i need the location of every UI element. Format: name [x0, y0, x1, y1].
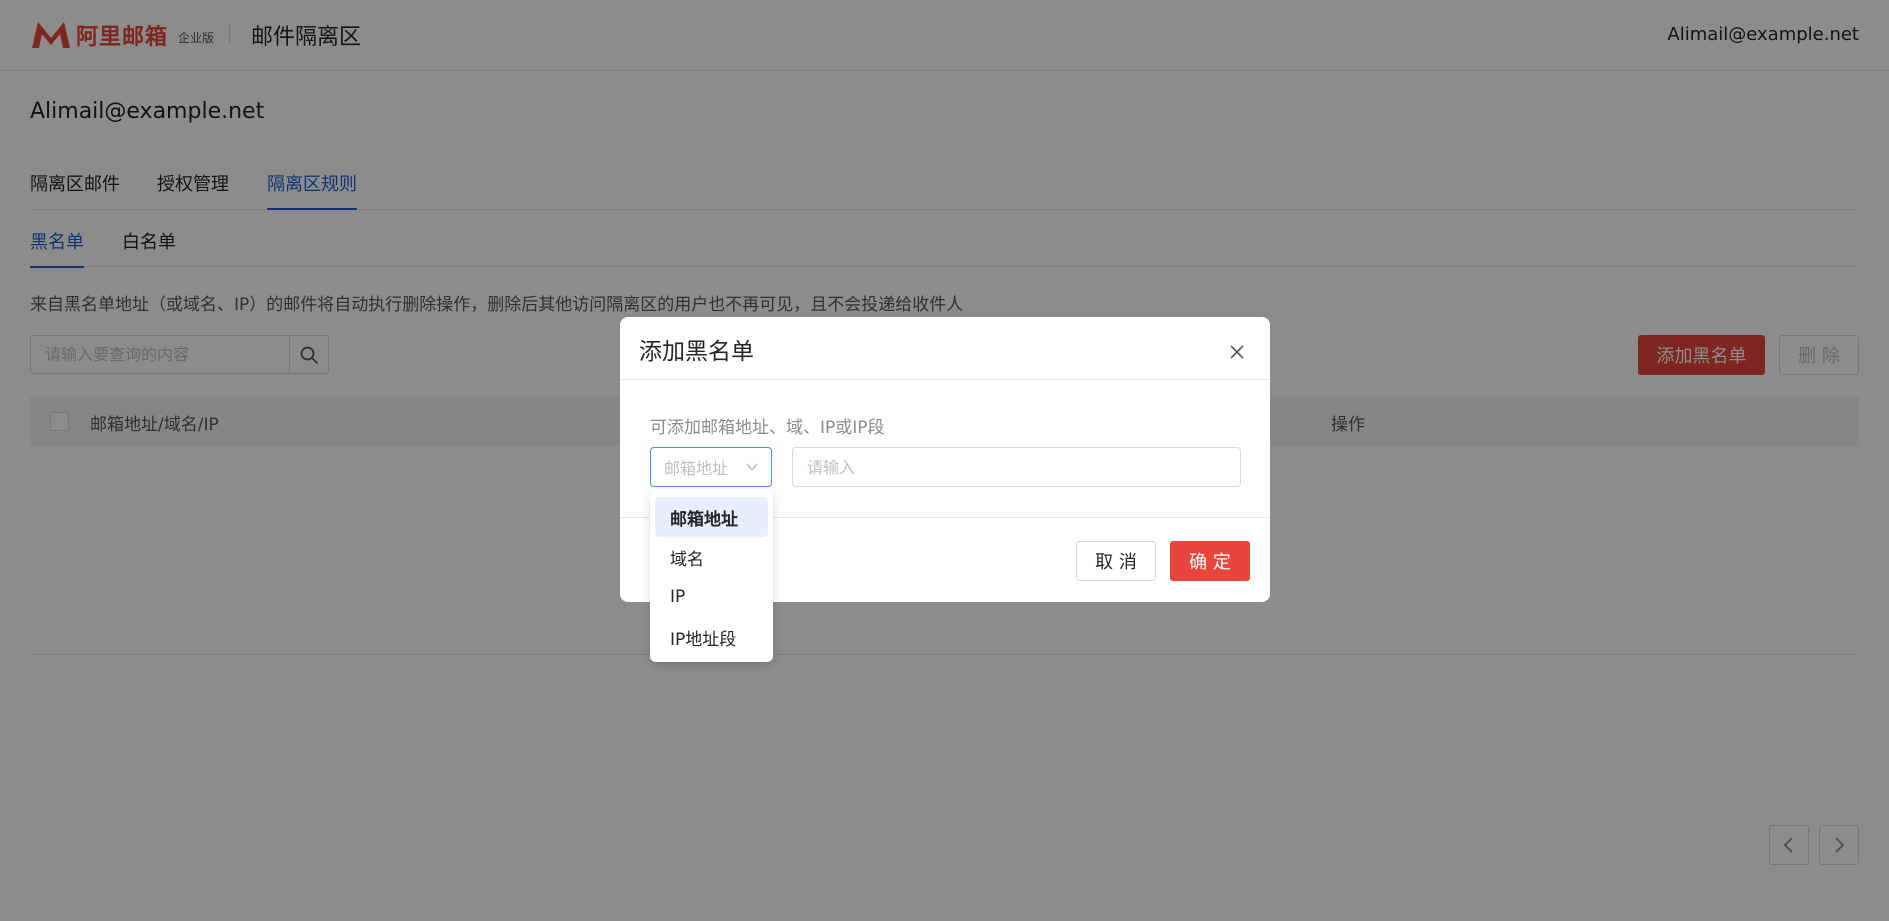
- chevron-down-icon: [746, 463, 758, 472]
- type-select[interactable]: 邮箱地址: [650, 447, 772, 487]
- close-button[interactable]: [1222, 337, 1252, 367]
- dialog-title: 添加黑名单: [639, 339, 754, 365]
- cancel-button[interactable]: 取 消: [1076, 541, 1156, 581]
- dropdown-option-ip[interactable]: IP: [655, 577, 768, 617]
- confirm-button[interactable]: 确 定: [1170, 541, 1250, 581]
- type-dropdown: 邮箱地址 域名 IP IP地址段: [650, 490, 773, 662]
- value-input[interactable]: [792, 447, 1241, 487]
- close-icon: [1230, 345, 1244, 359]
- dialog-hint: 可添加邮箱地址、域、IP或IP段: [650, 418, 885, 438]
- dropdown-option-email[interactable]: 邮箱地址: [655, 497, 768, 537]
- type-select-placeholder: 邮箱地址: [664, 459, 729, 478]
- dropdown-option-ip-range[interactable]: IP地址段: [655, 617, 768, 657]
- dropdown-option-domain[interactable]: 域名: [655, 537, 768, 577]
- dialog-divider: [620, 379, 1270, 380]
